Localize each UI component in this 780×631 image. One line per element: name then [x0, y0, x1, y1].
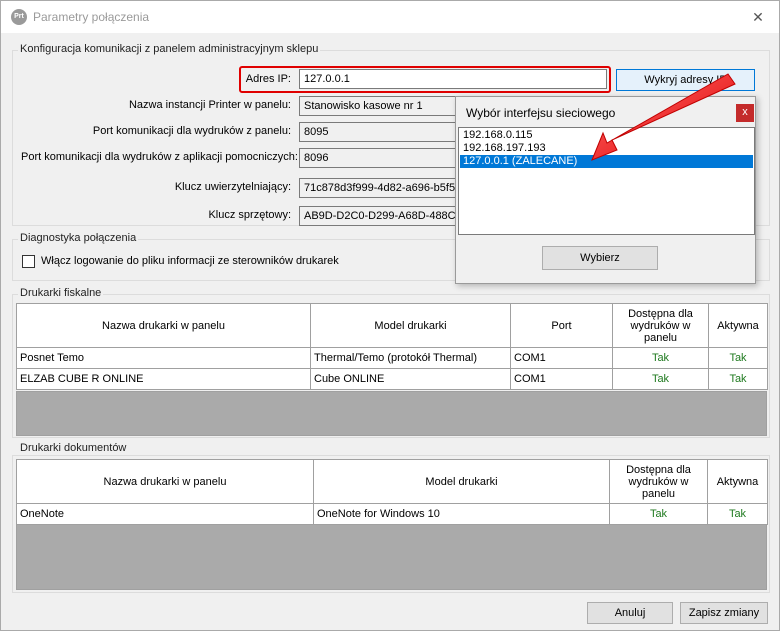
- cell-name[interactable]: ELZAB CUBE R ONLINE: [16, 368, 311, 390]
- column-header-name[interactable]: Nazwa drukarki w panelu: [16, 303, 311, 348]
- save-button[interactable]: Zapisz zmiany: [680, 602, 768, 624]
- fiscal-printers-legend: Drukarki fiskalne: [18, 287, 104, 299]
- cell-active[interactable]: Tak: [707, 503, 768, 525]
- hw-key-label: Klucz sprzętowy:: [208, 209, 291, 221]
- cell-model[interactable]: OneNote for Windows 10: [313, 503, 610, 525]
- column-header-name[interactable]: Nazwa drukarki w panelu: [16, 459, 314, 504]
- table-row[interactable]: OneNote OneNote for Windows 10 Tak Tak: [16, 503, 768, 525]
- window-title: Parametry połączenia: [33, 10, 150, 24]
- table-row[interactable]: ELZAB CUBE R ONLINE Cube ONLINE COM1 Tak…: [16, 368, 768, 390]
- cell-active[interactable]: Tak: [708, 368, 768, 390]
- app-icon: Prt: [11, 9, 27, 25]
- cell-model[interactable]: Cube ONLINE: [310, 368, 511, 390]
- fiscal-printers-table: Nazwa drukarki w panelu Model drukarki P…: [16, 303, 768, 390]
- ip-address-field[interactable]: 127.0.0.1: [299, 69, 607, 89]
- dialog-title: Wybór interfejsu sieciowego: [466, 106, 616, 120]
- auth-key-label: Klucz uwierzytelniający:: [174, 181, 291, 193]
- cancel-button[interactable]: Anuluj: [587, 602, 673, 624]
- cell-available[interactable]: Tak: [612, 347, 709, 369]
- connection-parameters-window: Prt Parametry połączenia ✕ Konfiguracja …: [0, 0, 780, 631]
- dialog-close-icon[interactable]: x: [736, 104, 754, 122]
- column-header-model[interactable]: Model drukarki: [313, 459, 610, 504]
- list-item[interactable]: 192.168.197.193: [460, 142, 753, 155]
- table-row[interactable]: Posnet Temo Thermal/Temo (protokół Therm…: [16, 347, 768, 369]
- cell-name[interactable]: Posnet Temo: [16, 347, 311, 369]
- document-printers-table: Nazwa drukarki w panelu Model drukarki D…: [16, 459, 768, 525]
- column-header-active[interactable]: Aktywna: [707, 459, 768, 504]
- logging-label: Włącz logowanie do pliku informacji ze s…: [41, 255, 339, 267]
- column-header-available[interactable]: Dostępna dla wydruków w panelu: [612, 303, 709, 348]
- diagnostics-legend: Diagnostyka połączenia: [18, 232, 139, 244]
- cell-port[interactable]: COM1: [510, 368, 613, 390]
- choose-button[interactable]: Wybierz: [542, 246, 658, 270]
- column-header-available[interactable]: Dostępna dla wydruków w panelu: [609, 459, 708, 504]
- table-header-row: Nazwa drukarki w panelu Model drukarki P…: [16, 303, 768, 348]
- cell-active[interactable]: Tak: [708, 347, 768, 369]
- port-helper-label: Port komunikacji dla wydruków z aplikacj…: [21, 151, 298, 163]
- interface-list[interactable]: 192.168.0.115 192.168.197.193 127.0.0.1 …: [458, 127, 755, 235]
- logging-checkbox[interactable]: [22, 255, 35, 268]
- instance-label: Nazwa instancji Printer w panelu:: [128, 99, 291, 111]
- list-item-selected[interactable]: 127.0.0.1 (ZALECANE): [460, 155, 753, 168]
- cell-available[interactable]: Tak: [612, 368, 709, 390]
- cell-available[interactable]: Tak: [609, 503, 708, 525]
- document-printers-legend: Drukarki dokumentów: [18, 442, 129, 454]
- document-table-empty-area: [16, 524, 767, 590]
- column-header-active[interactable]: Aktywna: [708, 303, 768, 348]
- communication-legend: Konfiguracja komunikacji z panelem admin…: [18, 43, 321, 55]
- network-interface-dialog: Wybór interfejsu sieciowego x 192.168.0.…: [455, 96, 756, 284]
- detect-ip-button[interactable]: Wykryj adresy IP: [616, 69, 755, 91]
- fiscal-table-empty-area: [16, 391, 767, 436]
- column-header-port[interactable]: Port: [510, 303, 613, 348]
- ip-label: Adres IP:: [245, 73, 291, 85]
- title-bar: Prt Parametry połączenia ✕: [1, 1, 779, 33]
- cell-name[interactable]: OneNote: [16, 503, 314, 525]
- cell-model[interactable]: Thermal/Temo (protokół Thermal): [310, 347, 511, 369]
- close-icon[interactable]: ✕: [743, 5, 773, 29]
- column-header-model[interactable]: Model drukarki: [310, 303, 511, 348]
- table-header-row: Nazwa drukarki w panelu Model drukarki D…: [16, 459, 768, 504]
- port-panel-label: Port komunikacji dla wydruków z panelu:: [92, 125, 291, 137]
- cell-port[interactable]: COM1: [510, 347, 613, 369]
- list-item[interactable]: 192.168.0.115: [460, 129, 753, 142]
